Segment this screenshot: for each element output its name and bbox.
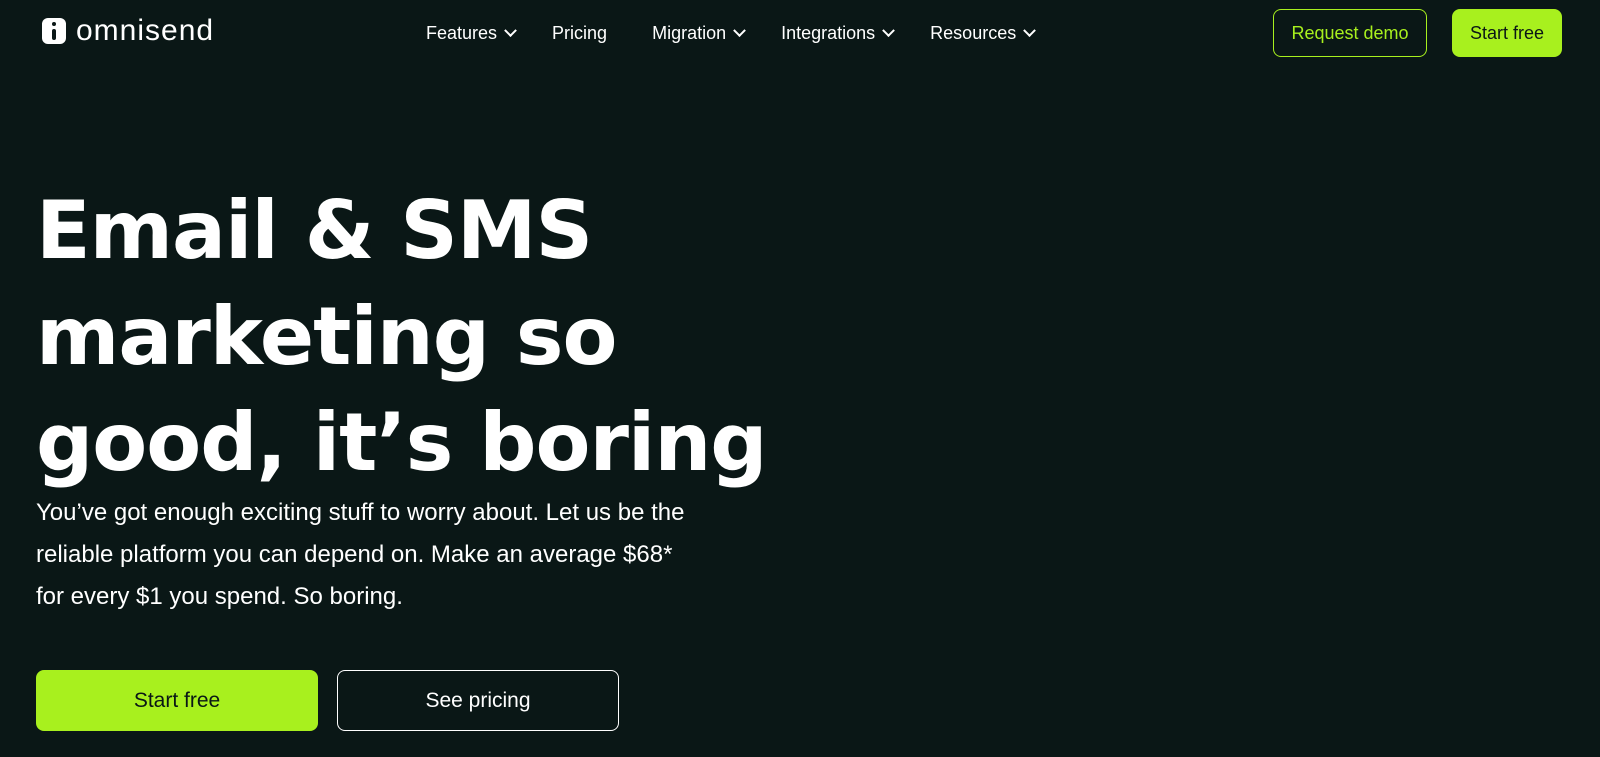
request-demo-button[interactable]: Request demo bbox=[1273, 9, 1427, 57]
nav-item-features[interactable]: Features bbox=[426, 22, 517, 44]
logo[interactable]: omnisend bbox=[42, 16, 214, 46]
nav-item-integrations[interactable]: Integrations bbox=[781, 22, 896, 44]
chevron-down-icon bbox=[504, 23, 517, 37]
chevron-down-icon bbox=[882, 23, 896, 37]
chevron-down-icon bbox=[1023, 23, 1037, 37]
nav-item-label: Resources bbox=[930, 22, 1017, 43]
site-header: omnisend Features Pricing Migration Inte… bbox=[0, 0, 1600, 66]
main-nav: Features Pricing Migration Integrations … bbox=[426, 20, 1037, 46]
chevron-down-icon bbox=[733, 23, 746, 37]
omnisend-logo-icon bbox=[42, 18, 66, 44]
logo-text: omnisend bbox=[76, 14, 215, 47]
nav-item-pricing[interactable]: Pricing bbox=[552, 23, 607, 44]
hero-subtitle: You’ve got enough exciting stuff to worr… bbox=[36, 499, 685, 610]
nav-item-label: Integrations bbox=[781, 22, 876, 43]
nav-item-label: Pricing bbox=[552, 22, 608, 43]
see-pricing-button[interactable]: See pricing bbox=[337, 670, 619, 731]
nav-item-migration[interactable]: Migration bbox=[652, 22, 746, 44]
start-free-button[interactable]: Start free bbox=[36, 670, 318, 731]
nav-item-resources[interactable]: Resources bbox=[930, 22, 1037, 44]
hero-title: Email & SMS marketing so good, it’s bori… bbox=[36, 184, 768, 489]
start-free-header-button[interactable]: Start free bbox=[1452, 9, 1562, 57]
nav-item-label: Migration bbox=[652, 22, 727, 43]
nav-item-label: Features bbox=[426, 22, 498, 43]
